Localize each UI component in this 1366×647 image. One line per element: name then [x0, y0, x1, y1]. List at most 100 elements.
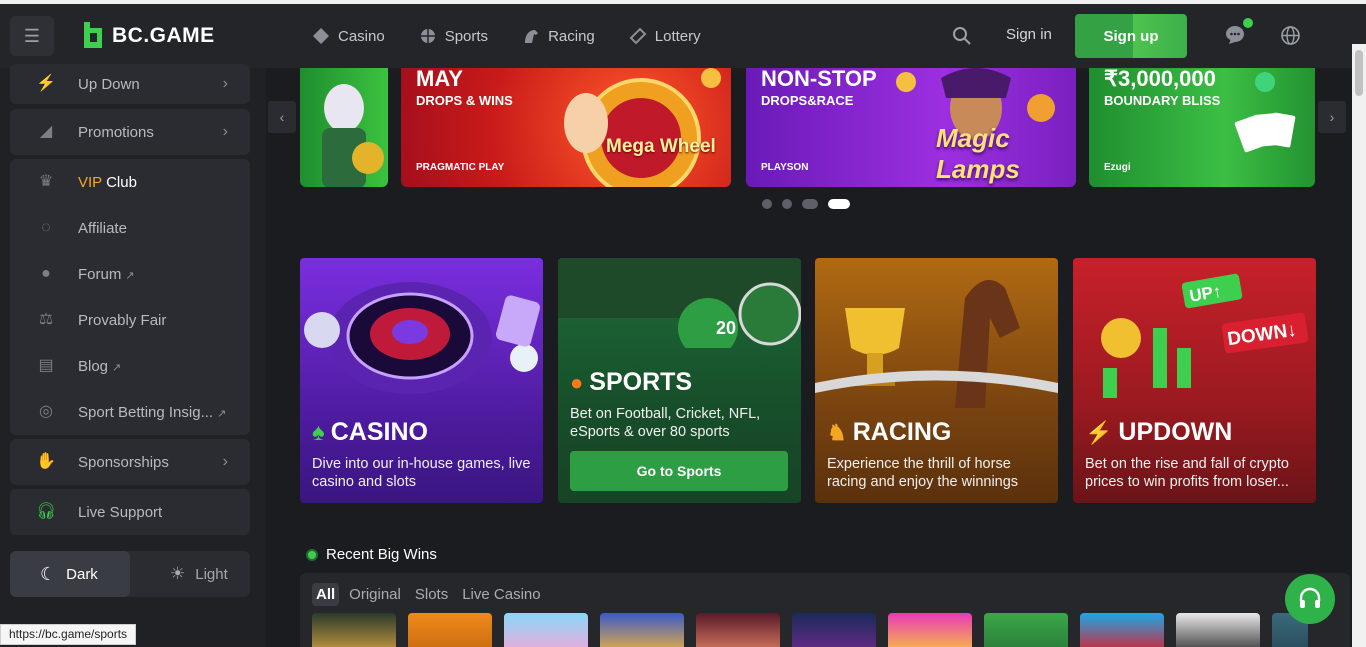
- banner-subtitle: DROPS & WINS: [416, 93, 513, 108]
- card-sports[interactable]: 20 ● SPORTS Bet on Football, Cricket, NFL…: [558, 258, 801, 503]
- game-thumbnail[interactable]: [312, 613, 396, 647]
- nav-lottery[interactable]: Lottery: [629, 27, 701, 45]
- mega-wheel-logo: Mega Wheel: [606, 136, 716, 157]
- game-thumbnail[interactable]: [888, 613, 972, 647]
- pagination-dot[interactable]: [762, 199, 772, 209]
- live-indicator-icon: [306, 548, 318, 561]
- banner-partial[interactable]: [300, 68, 388, 187]
- card-title: ● SPORTS: [570, 368, 789, 397]
- card-info: ♠ CASINO Dive into our in-house games, li…: [300, 406, 543, 503]
- theme-light-label: Light: [195, 565, 228, 583]
- external-link-icon: ↗: [217, 407, 227, 420]
- trophy-horse-art: [815, 280, 1058, 408]
- chevron-right-icon: ›: [222, 123, 228, 140]
- tab-live-casino[interactable]: Live Casino: [458, 583, 544, 606]
- tab-slots[interactable]: Slots: [411, 583, 452, 606]
- lightning-icon: ⚡: [36, 75, 56, 92]
- card-title-text: CASINO: [330, 418, 428, 446]
- tab-all[interactable]: All: [312, 583, 340, 606]
- page-scrollbar[interactable]: [1352, 44, 1366, 647]
- football-art: 20: [558, 258, 801, 348]
- status-bar-url: https://bc.game/sports: [0, 624, 137, 645]
- nav-racing[interactable]: Racing: [522, 27, 595, 45]
- banner-boundary-bliss[interactable]: ₹3,000,000 BOUNDARY BLISS Ezugi: [1089, 68, 1315, 187]
- brand-name: BC.GAME: [112, 24, 215, 47]
- sidebar-item-label: Sponsorships: [78, 453, 169, 471]
- go-to-sports-button[interactable]: Go to Sports: [570, 451, 788, 491]
- card-title-text: SPORTS: [589, 368, 693, 396]
- game-thumbnail[interactable]: [984, 613, 1068, 647]
- menu-toggle-button[interactable]: ☰: [10, 16, 54, 56]
- theme-dark-label: Dark: [66, 565, 98, 583]
- game-thumbnail[interactable]: [600, 613, 684, 647]
- sun-icon: ☀: [170, 564, 186, 583]
- banner-title: ₹3,000,000: [1104, 68, 1216, 91]
- sidebar-item-promotions[interactable]: ◢ Promotions ›: [10, 109, 250, 155]
- sidebar-item-vip-club[interactable]: ♛ VIP Club: [10, 159, 250, 205]
- card-title-text: UPDOWN: [1118, 418, 1233, 446]
- sidebar-group-support: 🎧︎ Live Support: [10, 489, 250, 535]
- pagination-dot[interactable]: [782, 199, 792, 209]
- card-casino[interactable]: ♠ CASINO Dive into our in-house games, li…: [300, 258, 543, 503]
- sidebar-item-sponsorships[interactable]: ✋ Sponsorships ›: [10, 439, 250, 485]
- vip-text: VIP: [78, 173, 102, 191]
- sidebar-item-forum[interactable]: ● Forum ↗: [10, 251, 250, 297]
- card-racing[interactable]: ♞ RACING Experience the thrill of horse r…: [815, 258, 1058, 503]
- forum-icon: ●: [41, 265, 51, 282]
- theme-dark-button[interactable]: ☾ Dark: [10, 551, 130, 597]
- sidebar-item-affiliate[interactable]: ◌ Affiliate: [10, 205, 250, 251]
- nav-casino[interactable]: Casino: [312, 27, 385, 45]
- insight-icon: ◎: [39, 403, 53, 420]
- win-thumbnails: [312, 613, 1308, 647]
- rabbit-art: [322, 84, 384, 187]
- recent-wins-header: Recent Big Wins: [306, 546, 437, 563]
- banner-prev-button[interactable]: ‹: [268, 101, 296, 133]
- game-thumbnail[interactable]: [1080, 613, 1164, 647]
- theme-light-button[interactable]: ☀ Light: [130, 551, 250, 597]
- wins-tabs: All Original Slots Live Casino: [312, 583, 545, 606]
- basketball-icon: ●: [570, 369, 584, 395]
- horse-icon: ♞: [827, 419, 847, 445]
- sidebar-item-blog[interactable]: ▤ Blog ↗: [10, 343, 250, 389]
- sidebar-item-label: Sport Betting Insig... ↗: [78, 404, 226, 421]
- game-thumbnail[interactable]: [792, 613, 876, 647]
- lightning-icon: ⚡: [1085, 419, 1113, 445]
- game-thumbnail[interactable]: [1176, 613, 1260, 647]
- game-thumbnail[interactable]: [504, 613, 588, 647]
- nav-sports-label: Sports: [444, 27, 489, 45]
- external-link-icon: ↗: [125, 269, 135, 282]
- banner-subtitle: BOUNDARY BLISS: [1104, 93, 1221, 108]
- sidebar-item-live-support[interactable]: 🎧︎ Live Support: [10, 489, 250, 535]
- blog-text: Blog: [78, 357, 109, 375]
- tab-original[interactable]: Original: [345, 583, 405, 606]
- nav-casino-label: Casino: [338, 27, 385, 45]
- card-title: ♠ CASINO: [312, 418, 531, 447]
- card-title-text: RACING: [852, 418, 952, 446]
- game-thumbnail[interactable]: [408, 613, 492, 647]
- handshake-icon: ✋: [36, 453, 56, 470]
- live-support-button[interactable]: [1285, 574, 1335, 624]
- banner-magic-lamps[interactable]: NON-STOP DROPS&RACE PLAYSON Magic Lamps: [746, 68, 1076, 187]
- signup-button[interactable]: Sign up: [1075, 14, 1187, 58]
- scrollbar-thumb[interactable]: [1355, 50, 1363, 96]
- banner-mega-wheel[interactable]: MAY DROPS & WINS PRAGMATIC PLAY Mega Whe…: [401, 68, 731, 187]
- card-description: Dive into our in-house games, live casin…: [312, 456, 531, 490]
- headset-icon: 🎧︎: [36, 503, 57, 520]
- card-updown[interactable]: UP↑ DOWN↓ ⚡ UPDOWN Bet on the rise and fa…: [1073, 258, 1316, 503]
- chat-icon[interactable]: [1224, 24, 1246, 46]
- nav-sports[interactable]: Sports: [419, 27, 488, 45]
- search-icon[interactable]: [952, 26, 972, 46]
- sidebar-item-provably-fair[interactable]: ⚖ Provably Fair: [10, 297, 250, 343]
- recent-wins-panel: All Original Slots Live Casino: [300, 573, 1350, 647]
- forum-text: Forum: [78, 265, 122, 283]
- pagination-dot-active[interactable]: [828, 199, 850, 209]
- signin-link[interactable]: Sign in: [1006, 26, 1052, 43]
- sidebar-item-sport-insights[interactable]: ◎ Sport Betting Insig... ↗: [10, 389, 250, 435]
- brand-logo[interactable]: BC.GAME: [80, 20, 215, 52]
- sidebar-item-label: Blog ↗: [78, 358, 121, 375]
- globe-icon[interactable]: [1280, 25, 1301, 46]
- pagination-dot[interactable]: [802, 199, 818, 209]
- banner-next-button[interactable]: ›: [1318, 101, 1346, 133]
- sidebar-item-updown[interactable]: ⚡ Up Down ›: [10, 61, 250, 107]
- game-thumbnail[interactable]: [696, 613, 780, 647]
